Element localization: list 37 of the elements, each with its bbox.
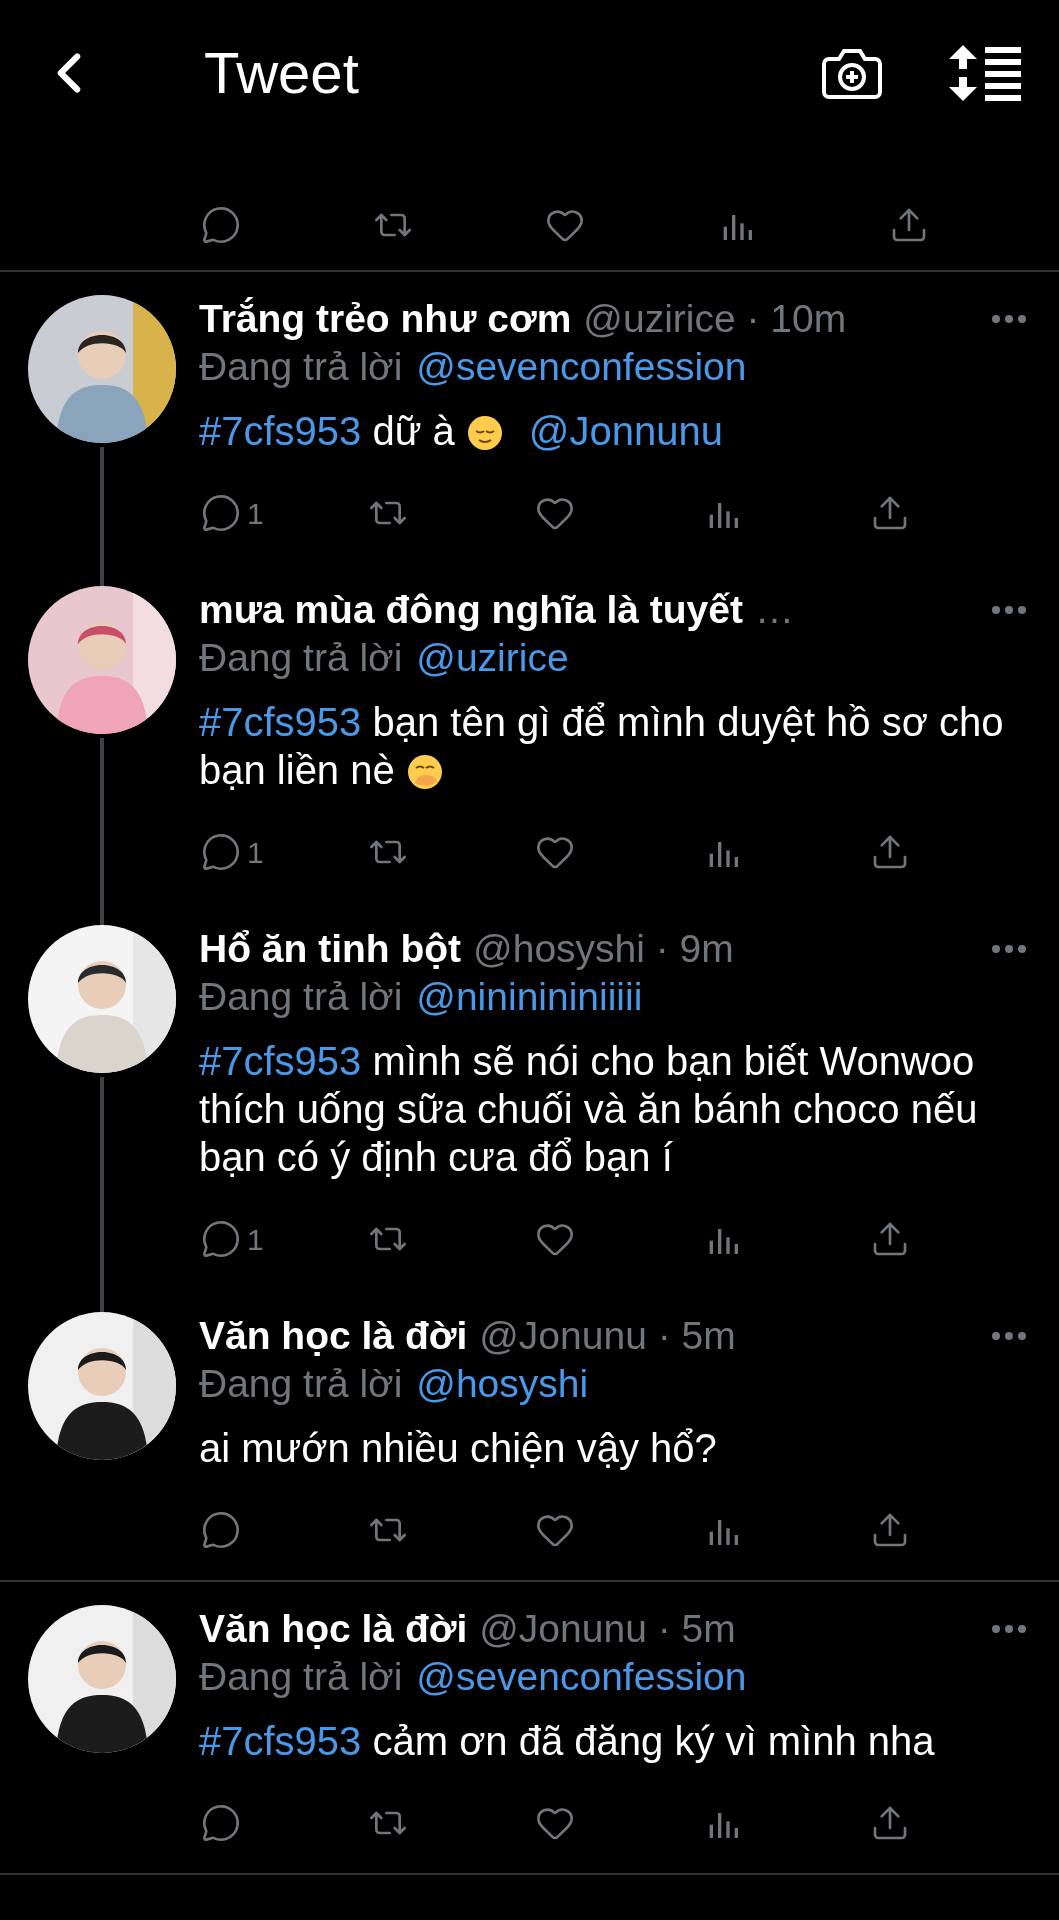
replying-to-label: Đang trả lời	[199, 973, 403, 1020]
sort-icon[interactable]	[949, 44, 1023, 101]
more-icon[interactable]	[991, 944, 1027, 954]
reply-button[interactable]: 1	[199, 490, 367, 536]
tweet-text: #7cfs953 bạn tên gì để mình duyệt hồ sơ cho bạn liền nè	[199, 699, 1005, 794]
tweet-text: ai mướn nhiều chiện vậy hổ?	[199, 1425, 718, 1472]
handle-and-time: …	[754, 586, 794, 633]
replying-to-label: Đang trả lời	[199, 1653, 403, 1700]
replying-to-label: Đang trả lời	[199, 634, 403, 681]
replying-to-label: Đang trả lời	[199, 1360, 403, 1407]
mention-link[interactable]: @Jonnunu	[528, 409, 723, 453]
more-icon[interactable]	[991, 1624, 1027, 1634]
more-icon[interactable]	[991, 605, 1027, 615]
page-title: Tweet	[204, 39, 359, 107]
more-icon[interactable]	[991, 1331, 1027, 1341]
relieved-face-icon	[466, 415, 503, 451]
speech-bubble-icon	[201, 1510, 241, 1550]
speech-bubble-icon	[201, 493, 241, 533]
hashtag-link[interactable]: #7cfs953	[199, 1719, 362, 1763]
more-icon[interactable]	[991, 314, 1027, 324]
handle-and-time: @hosyshi · 9m	[473, 925, 734, 972]
speech-bubble-icon	[201, 832, 241, 872]
author-name: Hổ ăn tinh bột	[199, 925, 462, 972]
hand-over-mouth-face-icon	[406, 754, 443, 790]
reply-button[interactable]: 1	[199, 829, 367, 875]
author-name: mưa mùa đông nghĩa là tuyết	[199, 586, 743, 633]
tweet-text: #7cfs953 dữ à @Jonnunu	[199, 408, 724, 455]
tweet-text: #7cfs953 cảm ơn đã đăng ký vì mình nha	[199, 1718, 936, 1765]
replying-to-label: Đang trả lời	[199, 343, 403, 390]
speech-bubble-icon	[201, 1803, 241, 1843]
hashtag-link[interactable]: #7cfs953	[199, 700, 362, 744]
reply-button[interactable]: 1	[199, 1216, 367, 1262]
tweet-text: #7cfs953 mình sẽ nói cho bạn biết Wonwoo thích uống sữa chuối và ăn bánh choco nếu bạn có ý định cưa đổ bạn í	[199, 1038, 979, 1181]
speech-bubble-icon	[201, 205, 241, 245]
speech-bubble-icon	[201, 1219, 241, 1259]
hashtag-link[interactable]: #7cfs953	[199, 409, 362, 453]
hashtag-link[interactable]: #7cfs953	[199, 1039, 362, 1083]
